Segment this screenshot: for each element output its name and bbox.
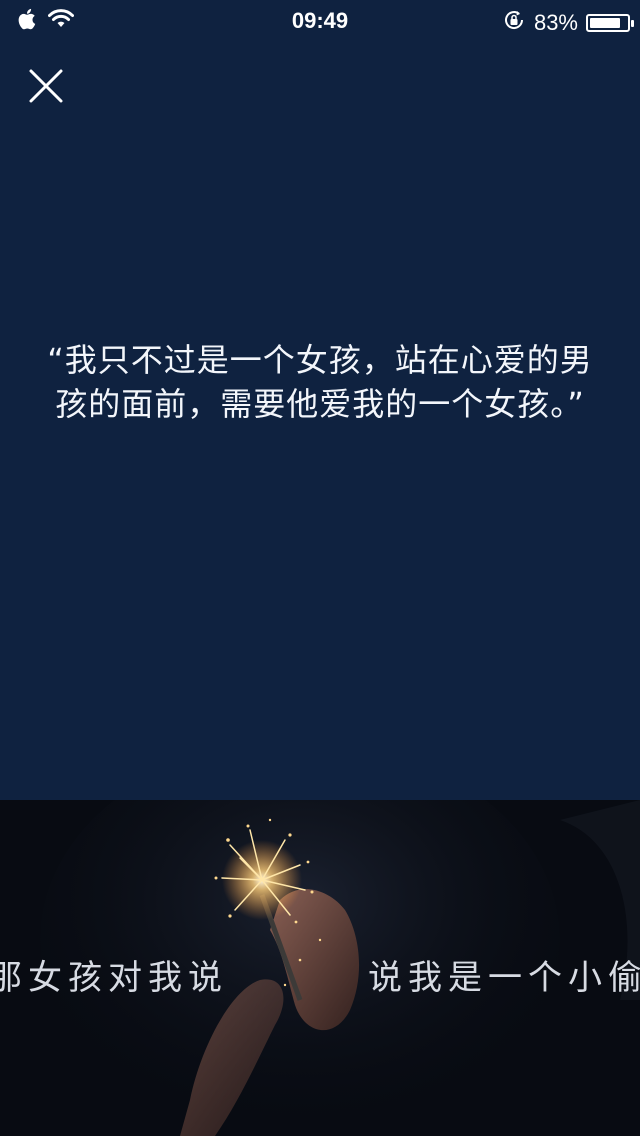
close-button[interactable] [26,66,66,106]
status-bar: 09:49 83% [0,0,640,40]
rotation-lock-icon [502,8,526,38]
battery-icon [586,14,634,32]
subtitle-left: 那女孩对我说 [0,958,228,998]
battery-percent: 83% [533,10,578,35]
battery-level-fill [590,18,620,28]
subtitle-right: 说我是一个小偷 [368,958,640,998]
movie-still-image: 那女孩对我说 说我是一个小偷 [0,800,640,1136]
close-icon [29,69,63,103]
status-right: 83% [502,8,634,38]
quote-text: “我只不过是一个女孩，站在心爱的男孩的面前，需要他爱我的一个女孩。” [47,341,593,423]
